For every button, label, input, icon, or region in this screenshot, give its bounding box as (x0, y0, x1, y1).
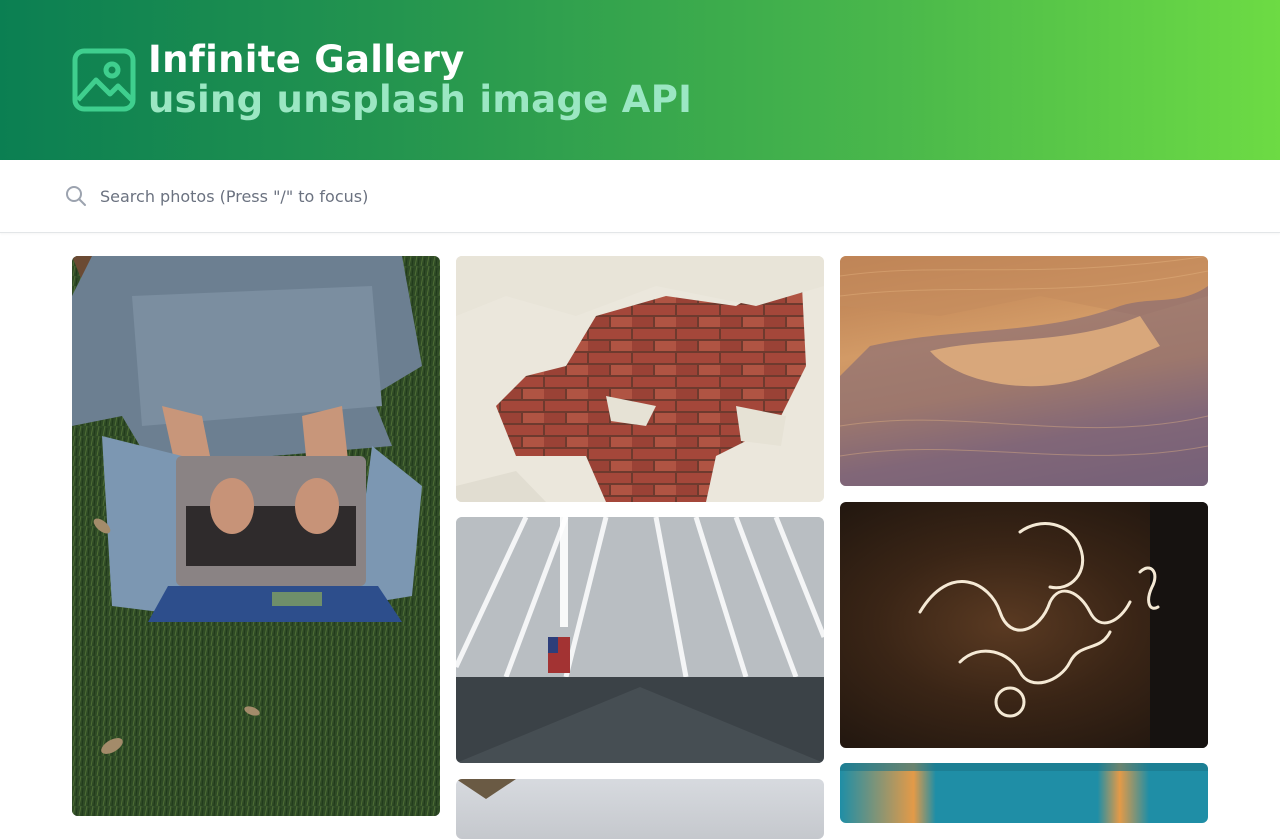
gallery-photo-neon-sign[interactable] (840, 502, 1208, 748)
photo-brick-wall-image (456, 256, 824, 502)
gallery-photo-partial-2[interactable] (840, 763, 1208, 823)
photo-laptop-image (72, 256, 440, 816)
app-header: Infinite Gallery using unsplash image AP… (0, 0, 1280, 160)
search-icon (64, 184, 88, 208)
gallery-photo-laptop[interactable] (72, 256, 440, 816)
search-bar (0, 160, 1280, 233)
search-input[interactable] (88, 178, 788, 214)
photo-architecture-image (456, 517, 824, 763)
image-icon (72, 48, 136, 112)
photo-desert-image (840, 256, 1208, 486)
photo-neon-sign-image (918, 502, 1208, 748)
gallery-photo-partial-1[interactable] (456, 779, 824, 839)
photo-partial-1-image (456, 779, 516, 799)
page-title: Infinite Gallery (148, 38, 465, 81)
gallery-photo-brick-wall[interactable] (456, 256, 824, 502)
gallery-photo-desert[interactable] (840, 256, 1208, 486)
photo-partial-2-image (840, 763, 1208, 771)
page-subtitle: using unsplash image API (148, 78, 693, 121)
gallery-photo-architecture[interactable] (456, 517, 824, 763)
